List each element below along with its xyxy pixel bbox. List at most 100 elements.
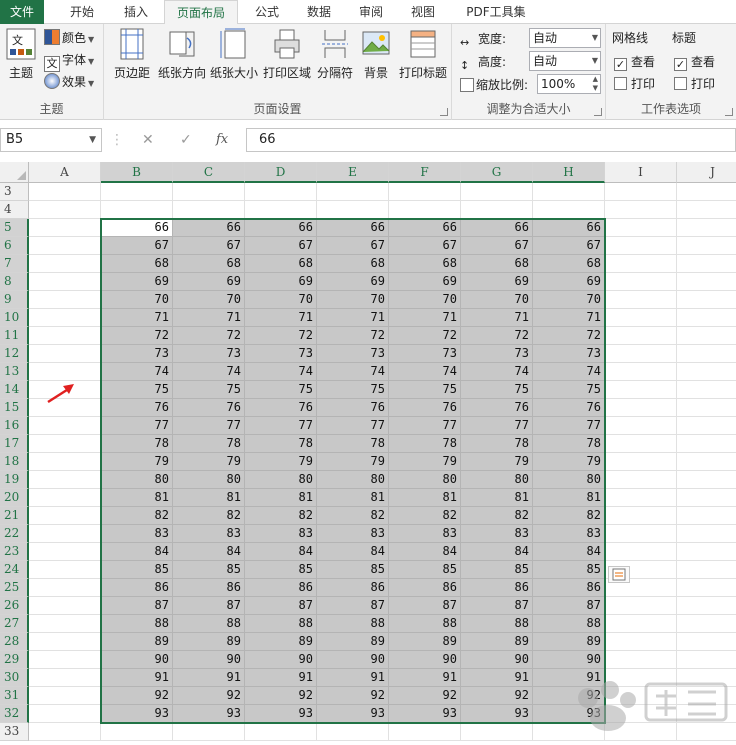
cell-h17[interactable]: 78	[533, 435, 605, 453]
cell-g26[interactable]: 87	[461, 597, 533, 615]
name-box[interactable]: B5 ▼	[0, 128, 102, 152]
row-header-17[interactable]: 17	[0, 435, 29, 453]
cell-j22[interactable]	[677, 525, 736, 543]
cell-d5[interactable]: 66	[245, 219, 317, 237]
cell-g12[interactable]: 73	[461, 345, 533, 363]
cell-f7[interactable]: 68	[389, 255, 461, 273]
cell-j24[interactable]	[677, 561, 736, 579]
cell-a23[interactable]	[29, 543, 101, 561]
cell-g3[interactable]	[461, 183, 533, 201]
width-dropdown[interactable]: 自动 ▼	[529, 28, 601, 48]
cell-c11[interactable]: 72	[173, 327, 245, 345]
cell-e32[interactable]: 93	[317, 705, 389, 723]
tab-view[interactable]: 视图	[400, 0, 446, 24]
cell-b13[interactable]: 74	[101, 363, 173, 381]
cell-a25[interactable]	[29, 579, 101, 597]
cell-i12[interactable]	[605, 345, 677, 363]
cell-g13[interactable]: 74	[461, 363, 533, 381]
column-header-h[interactable]: H	[533, 162, 605, 183]
cell-b32[interactable]: 93	[101, 705, 173, 723]
cell-d11[interactable]: 72	[245, 327, 317, 345]
cell-a29[interactable]	[29, 651, 101, 669]
cell-a8[interactable]	[29, 273, 101, 291]
cell-h5[interactable]: 66	[533, 219, 605, 237]
cell-b33[interactable]	[101, 723, 173, 741]
cell-c24[interactable]: 85	[173, 561, 245, 579]
cell-h6[interactable]: 67	[533, 237, 605, 255]
cell-j19[interactable]	[677, 471, 736, 489]
cell-f18[interactable]: 79	[389, 453, 461, 471]
cell-e14[interactable]: 75	[317, 381, 389, 399]
height-dropdown[interactable]: 自动 ▼	[529, 51, 601, 71]
dialog-launcher-icon[interactable]	[440, 108, 448, 116]
column-header-i[interactable]: I	[605, 162, 677, 183]
colors-button[interactable]: 颜色 ▼	[44, 28, 94, 48]
cell-d6[interactable]: 67	[245, 237, 317, 255]
cell-d30[interactable]: 91	[245, 669, 317, 687]
cell-f32[interactable]: 93	[389, 705, 461, 723]
cell-h27[interactable]: 88	[533, 615, 605, 633]
cell-g6[interactable]: 67	[461, 237, 533, 255]
cell-c27[interactable]: 88	[173, 615, 245, 633]
cell-g28[interactable]: 89	[461, 633, 533, 651]
cell-f25[interactable]: 86	[389, 579, 461, 597]
cell-a21[interactable]	[29, 507, 101, 525]
cell-c18[interactable]: 79	[173, 453, 245, 471]
cell-h3[interactable]	[533, 183, 605, 201]
cell-b4[interactable]	[101, 201, 173, 219]
tab-insert[interactable]: 插入	[110, 0, 162, 24]
cell-g30[interactable]: 91	[461, 669, 533, 687]
cell-b7[interactable]: 68	[101, 255, 173, 273]
row-header-9[interactable]: 9	[0, 291, 29, 309]
cell-g14[interactable]: 75	[461, 381, 533, 399]
row-header-25[interactable]: 25	[0, 579, 29, 597]
cell-d8[interactable]: 69	[245, 273, 317, 291]
cell-h23[interactable]: 84	[533, 543, 605, 561]
cell-g27[interactable]: 88	[461, 615, 533, 633]
cell-a33[interactable]	[29, 723, 101, 741]
row-header-7[interactable]: 7	[0, 255, 29, 273]
cell-j13[interactable]	[677, 363, 736, 381]
cell-h15[interactable]: 76	[533, 399, 605, 417]
row-header-30[interactable]: 30	[0, 669, 29, 687]
cell-b31[interactable]: 92	[101, 687, 173, 705]
cell-j15[interactable]	[677, 399, 736, 417]
cell-b24[interactable]: 85	[101, 561, 173, 579]
cell-c7[interactable]: 68	[173, 255, 245, 273]
cell-j11[interactable]	[677, 327, 736, 345]
cell-c30[interactable]: 91	[173, 669, 245, 687]
row-header-12[interactable]: 12	[0, 345, 29, 363]
tab-review[interactable]: 审阅	[348, 0, 394, 24]
cell-h10[interactable]: 71	[533, 309, 605, 327]
cell-i3[interactable]	[605, 183, 677, 201]
cell-d21[interactable]: 82	[245, 507, 317, 525]
cell-f8[interactable]: 69	[389, 273, 461, 291]
cell-e28[interactable]: 89	[317, 633, 389, 651]
cell-j21[interactable]	[677, 507, 736, 525]
cell-a30[interactable]	[29, 669, 101, 687]
row-header-23[interactable]: 23	[0, 543, 29, 561]
cell-e8[interactable]: 69	[317, 273, 389, 291]
cell-b10[interactable]: 71	[101, 309, 173, 327]
cell-e20[interactable]: 81	[317, 489, 389, 507]
cell-c16[interactable]: 77	[173, 417, 245, 435]
cell-c19[interactable]: 80	[173, 471, 245, 489]
cell-j4[interactable]	[677, 201, 736, 219]
cell-h20[interactable]: 81	[533, 489, 605, 507]
cell-i14[interactable]	[605, 381, 677, 399]
row-header-28[interactable]: 28	[0, 633, 29, 651]
cell-e25[interactable]: 86	[317, 579, 389, 597]
cell-e12[interactable]: 73	[317, 345, 389, 363]
cell-e24[interactable]: 85	[317, 561, 389, 579]
cell-f21[interactable]: 82	[389, 507, 461, 525]
cell-e33[interactable]	[317, 723, 389, 741]
cell-d15[interactable]: 76	[245, 399, 317, 417]
cell-g5[interactable]: 66	[461, 219, 533, 237]
cell-j26[interactable]	[677, 597, 736, 615]
cell-h26[interactable]: 87	[533, 597, 605, 615]
cell-e7[interactable]: 68	[317, 255, 389, 273]
enter-icon[interactable]: ✓	[180, 128, 192, 152]
cell-f30[interactable]: 91	[389, 669, 461, 687]
gridlines-view-checkbox[interactable]: ✓ 查看	[614, 52, 655, 72]
cell-b18[interactable]: 79	[101, 453, 173, 471]
